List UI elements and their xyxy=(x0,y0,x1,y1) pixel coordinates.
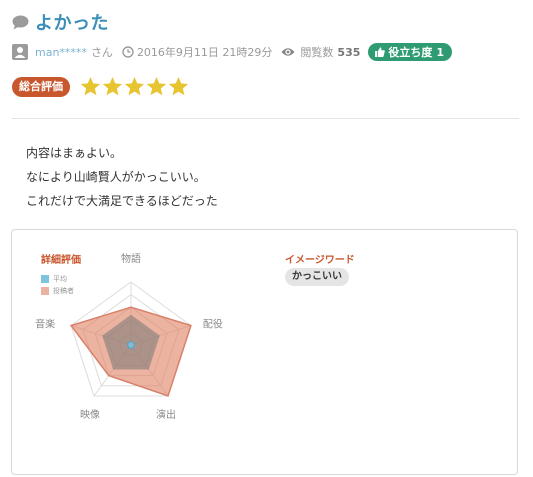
helpful-badge[interactable]: 役立ち度 1 xyxy=(368,43,453,61)
review-body-line: これだけで大満足できるほどだった xyxy=(26,194,218,208)
username-link[interactable]: man***** xyxy=(35,46,87,59)
overall-rating-label: 総合評価 xyxy=(12,76,70,97)
helpful-label: 役立ち度 xyxy=(388,46,433,59)
star-icon xyxy=(80,77,101,96)
radar-axis-label: 映像 xyxy=(80,409,100,421)
review-title: よかった xyxy=(35,13,109,34)
review-body: 内容はまぁよい。なにより山崎賢人がかっこいい。 これだけで大満足できるほどだった xyxy=(26,141,218,213)
review-meta: man***** さん 2016年9月11日 21時29分 閲覧数 535 役立… xyxy=(12,43,453,61)
helpful-count: 1 xyxy=(436,45,445,59)
star-icon xyxy=(102,77,123,96)
user-icon xyxy=(12,44,28,60)
honorific: さん xyxy=(90,46,113,59)
speech-bubble-icon xyxy=(12,15,29,29)
review-body-line: 内容はまぁよい。 xyxy=(26,146,123,160)
star-icon xyxy=(168,77,189,96)
radar-chart: 物語配役演出 映像 音楽 xyxy=(35,252,223,421)
review-title-row: よかった xyxy=(12,9,109,35)
radar-axis-label: 音楽 xyxy=(35,318,55,331)
star-rating xyxy=(80,76,190,97)
overall-rating: 総合評価 xyxy=(12,76,190,97)
views-count: 535 xyxy=(337,45,361,59)
divider xyxy=(12,118,519,119)
post-date: 2016年9月11日 21時29分 xyxy=(136,46,273,59)
thumbs-up-icon xyxy=(375,47,386,57)
star-icon xyxy=(146,77,167,96)
radar-axis-label: 配役 xyxy=(203,318,223,331)
eye-icon xyxy=(281,48,295,56)
views-label: 閲覧数 xyxy=(300,46,334,59)
radar-axis-label: 物語 xyxy=(121,252,141,265)
detail-rating-panel: 詳細評価 平均 投稿者 イメージワード かっこいい 物語 配役 演出 映像 音楽 xyxy=(11,229,518,475)
star-icon xyxy=(124,77,145,96)
radar-axis-label: 演出 xyxy=(156,408,176,421)
review-body-line: なにより山崎賢人がかっこいい。 xyxy=(26,170,206,184)
clock-icon xyxy=(122,46,134,58)
